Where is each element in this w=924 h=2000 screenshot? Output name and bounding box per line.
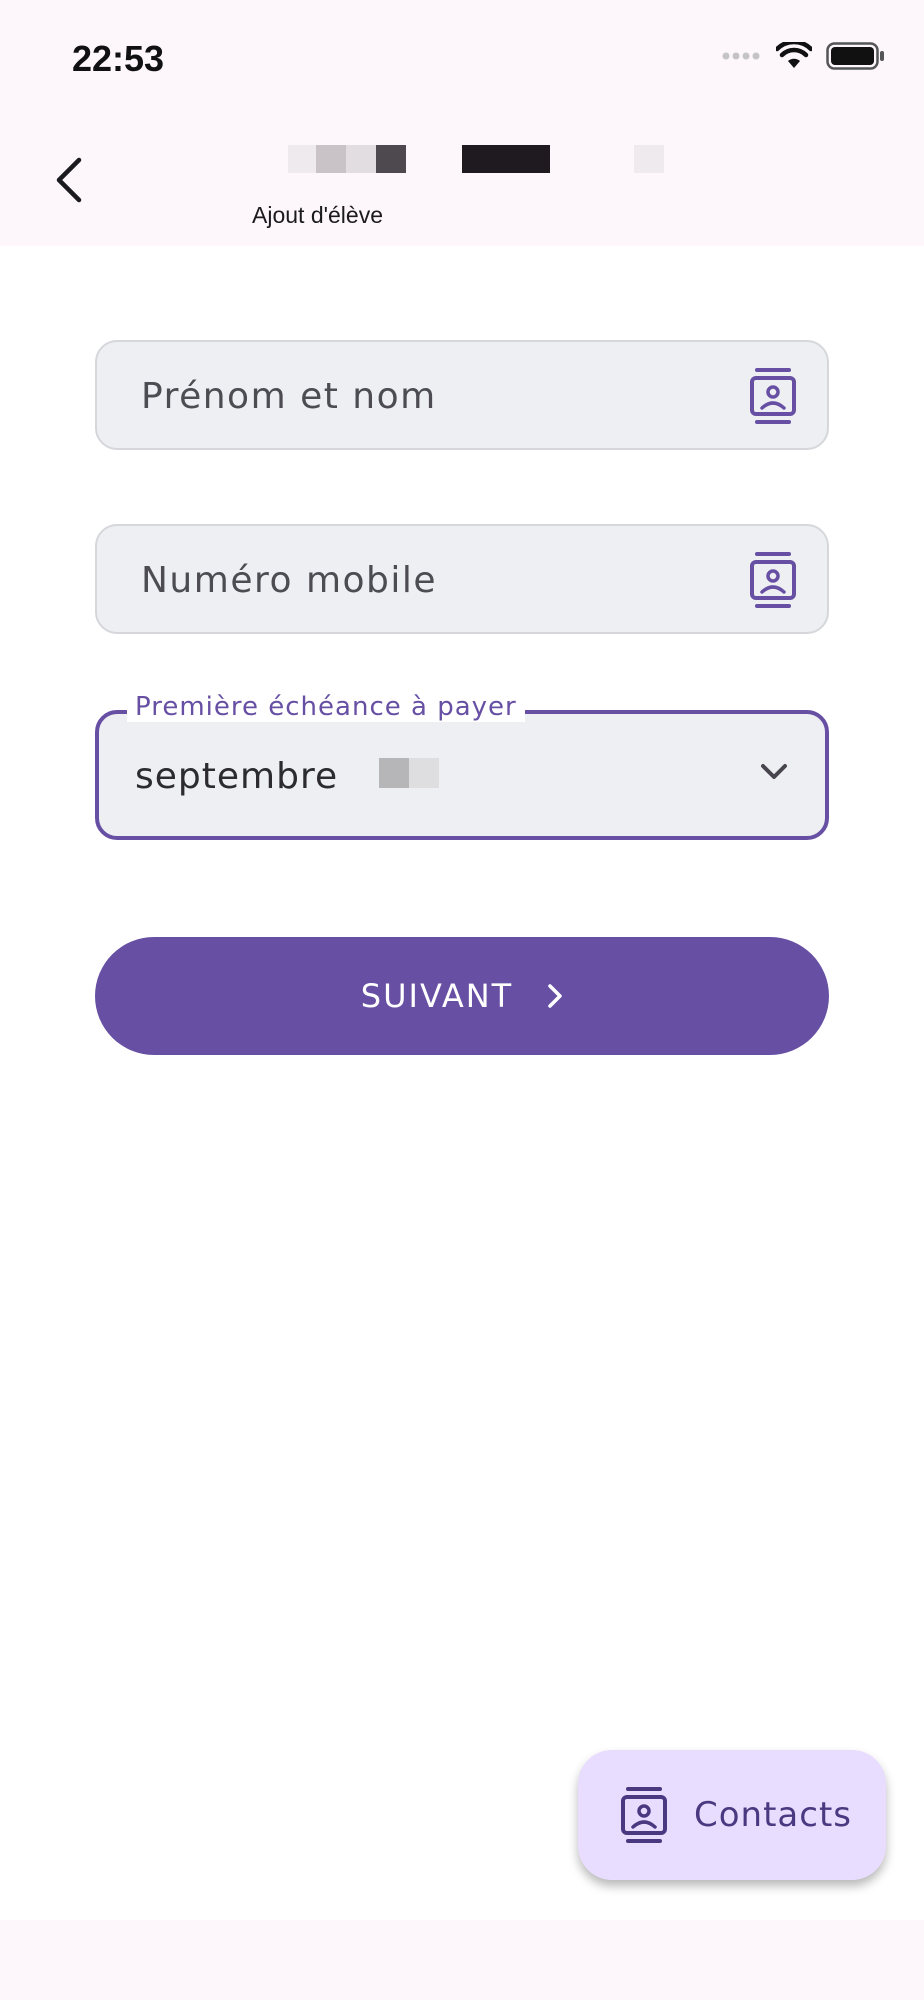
status-bar: 22:53: [0, 0, 924, 110]
chevron-left-icon: [56, 157, 82, 203]
redacted-title-part: [462, 145, 550, 173]
redacted-title-part: [634, 145, 664, 173]
cellular-signal-icon: [722, 52, 760, 60]
status-icons: [722, 42, 886, 70]
chevron-right-icon: [548, 984, 562, 1008]
contacts-fab[interactable]: Contacts: [578, 1750, 886, 1880]
contacts-fab-label: Contacts: [694, 1795, 852, 1835]
next-button-label: SUIVANT: [360, 977, 514, 1015]
status-time: 22:53: [72, 38, 165, 79]
redacted-title-part: [288, 145, 406, 173]
first-due-dropdown[interactable]: Première échéance à payer septembre: [95, 692, 829, 840]
chevron-down-icon[interactable]: [759, 760, 789, 784]
name-field-placeholder: Prénom et nom: [141, 376, 437, 417]
wifi-icon: [776, 42, 812, 68]
next-button[interactable]: SUIVANT: [95, 937, 829, 1055]
first-due-dropdown-label: Première échéance à payer: [127, 692, 525, 722]
bottom-bar: [0, 1920, 924, 2000]
back-button[interactable]: [40, 150, 96, 210]
name-field[interactable]: Prénom et nom: [95, 340, 829, 450]
first-due-dropdown-value: septembre: [135, 756, 339, 797]
battery-icon: [826, 42, 884, 70]
phone-field[interactable]: Numéro mobile: [95, 524, 829, 634]
contact-card-icon: [621, 1787, 667, 1843]
contact-card-icon[interactable]: [749, 550, 797, 610]
phone-field-placeholder: Numéro mobile: [141, 560, 438, 601]
app-bar: Ajout d'élève: [0, 110, 924, 246]
contact-card-icon[interactable]: [749, 366, 797, 426]
page-subtitle: Ajout d'élève: [252, 202, 383, 228]
redacted-year: [379, 758, 439, 788]
